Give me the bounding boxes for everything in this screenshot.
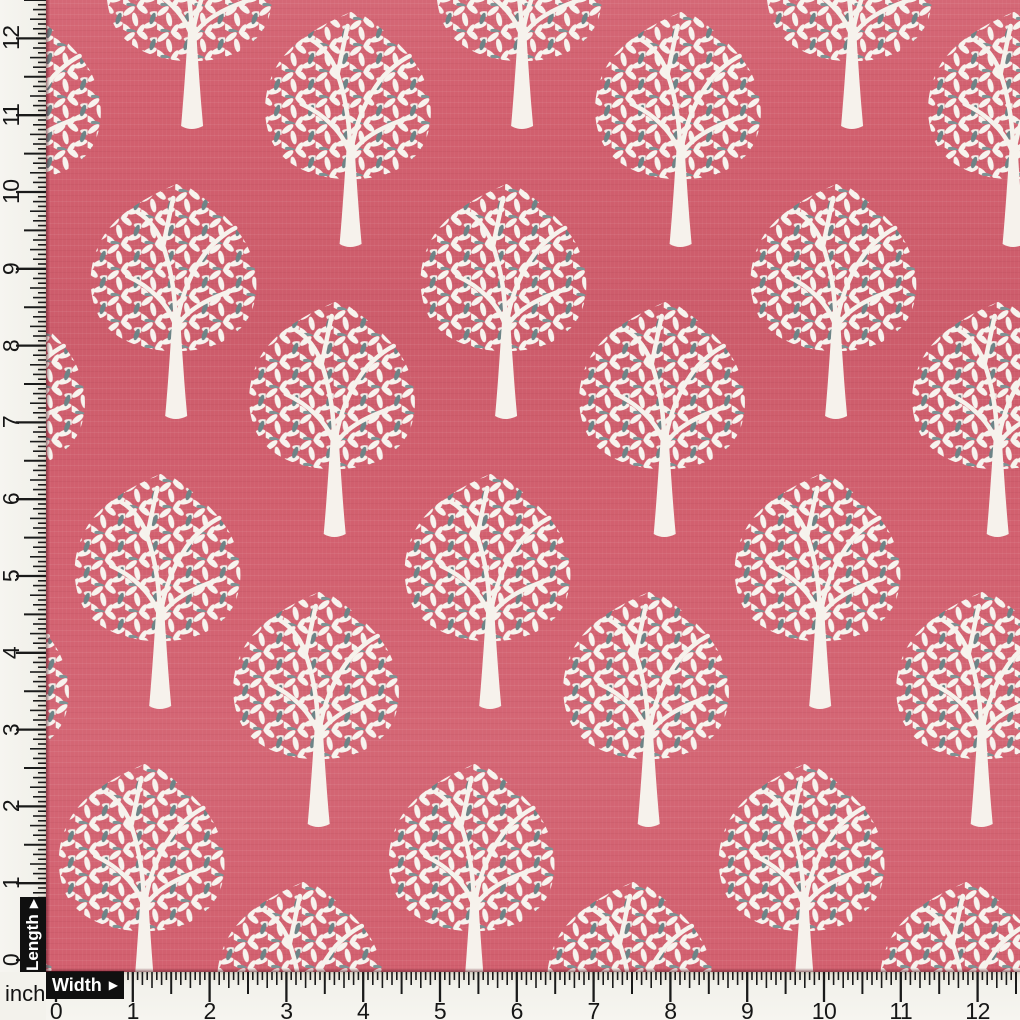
tree xyxy=(46,590,69,827)
left-ruler-number-7: 7 xyxy=(0,410,23,434)
tree xyxy=(437,0,603,129)
fabric-product-photo: 0123456789101112 Length ▶ inch 012345678… xyxy=(0,0,1020,1020)
left-ruler-number-3: 3 xyxy=(0,718,23,742)
bottom-ruler-number-8: 8 xyxy=(650,998,690,1020)
bottom-ruler-number-5: 5 xyxy=(420,998,460,1020)
tree xyxy=(896,590,1020,827)
bottom-ruler-number-10: 10 xyxy=(804,998,844,1020)
tree-pattern-layer xyxy=(46,0,1020,972)
fabric-swatch xyxy=(46,0,1020,972)
tree xyxy=(91,182,257,419)
left-ruler-number-11: 11 xyxy=(0,103,23,127)
tree xyxy=(735,472,901,709)
width-ruler-label: Width ▶ xyxy=(46,971,124,999)
bottom-ruler-number-11: 11 xyxy=(881,998,921,1020)
vertical-ruler-ticks xyxy=(0,0,46,972)
tree xyxy=(265,10,431,247)
tree xyxy=(579,300,745,537)
bottom-ruler-number-9: 9 xyxy=(727,998,767,1020)
tree xyxy=(389,762,555,972)
length-ruler-label: Length ▶ xyxy=(20,897,46,972)
tree xyxy=(249,300,415,537)
tree xyxy=(767,0,933,129)
bottom-ruler-number-2: 2 xyxy=(190,998,230,1020)
bottom-ruler-number-7: 7 xyxy=(574,998,614,1020)
tree xyxy=(405,472,571,709)
right-arrow-icon: ▶ xyxy=(109,979,118,991)
tree xyxy=(233,590,399,827)
width-label-text: Width xyxy=(52,975,102,996)
left-ruler-number-10: 10 xyxy=(0,180,23,204)
tree xyxy=(46,880,53,972)
tree xyxy=(928,10,1020,247)
length-label-text: Length xyxy=(23,914,43,971)
tree xyxy=(880,880,1020,972)
tree xyxy=(107,0,273,129)
tree xyxy=(912,300,1020,537)
left-ruler-number-8: 8 xyxy=(0,334,23,358)
tree xyxy=(595,10,761,247)
bottom-ruler-number-1: 1 xyxy=(113,998,153,1020)
tree xyxy=(421,182,587,419)
tree xyxy=(75,472,241,709)
tree xyxy=(217,880,383,972)
bottom-ruler-number-12: 12 xyxy=(958,998,998,1020)
left-ruler-number-12: 12 xyxy=(0,26,23,50)
horizontal-ruler: 0123456789101112 Width ▶ xyxy=(46,972,1020,1020)
left-ruler-number-4: 4 xyxy=(0,641,23,665)
left-ruler-number-6: 6 xyxy=(0,487,23,511)
up-arrow-icon: ▶ xyxy=(27,899,39,908)
left-ruler-number-2: 2 xyxy=(0,794,23,818)
tree xyxy=(46,300,85,537)
left-ruler-number-9: 9 xyxy=(0,257,23,281)
tree xyxy=(563,590,729,827)
bottom-ruler-number-4: 4 xyxy=(343,998,383,1020)
bottom-ruler-number-0: 0 xyxy=(36,998,76,1020)
tree xyxy=(751,182,917,419)
tree xyxy=(547,880,713,972)
bottom-ruler-number-6: 6 xyxy=(497,998,537,1020)
tree xyxy=(719,762,885,972)
vertical-ruler: 0123456789101112 Length ▶ xyxy=(0,0,46,972)
tree xyxy=(46,10,101,247)
tree-pattern-graphic xyxy=(46,0,1020,972)
left-ruler-number-5: 5 xyxy=(0,564,23,588)
left-ruler-number-1: 1 xyxy=(0,871,23,895)
tree xyxy=(59,762,225,972)
bottom-ruler-number-3: 3 xyxy=(266,998,306,1020)
